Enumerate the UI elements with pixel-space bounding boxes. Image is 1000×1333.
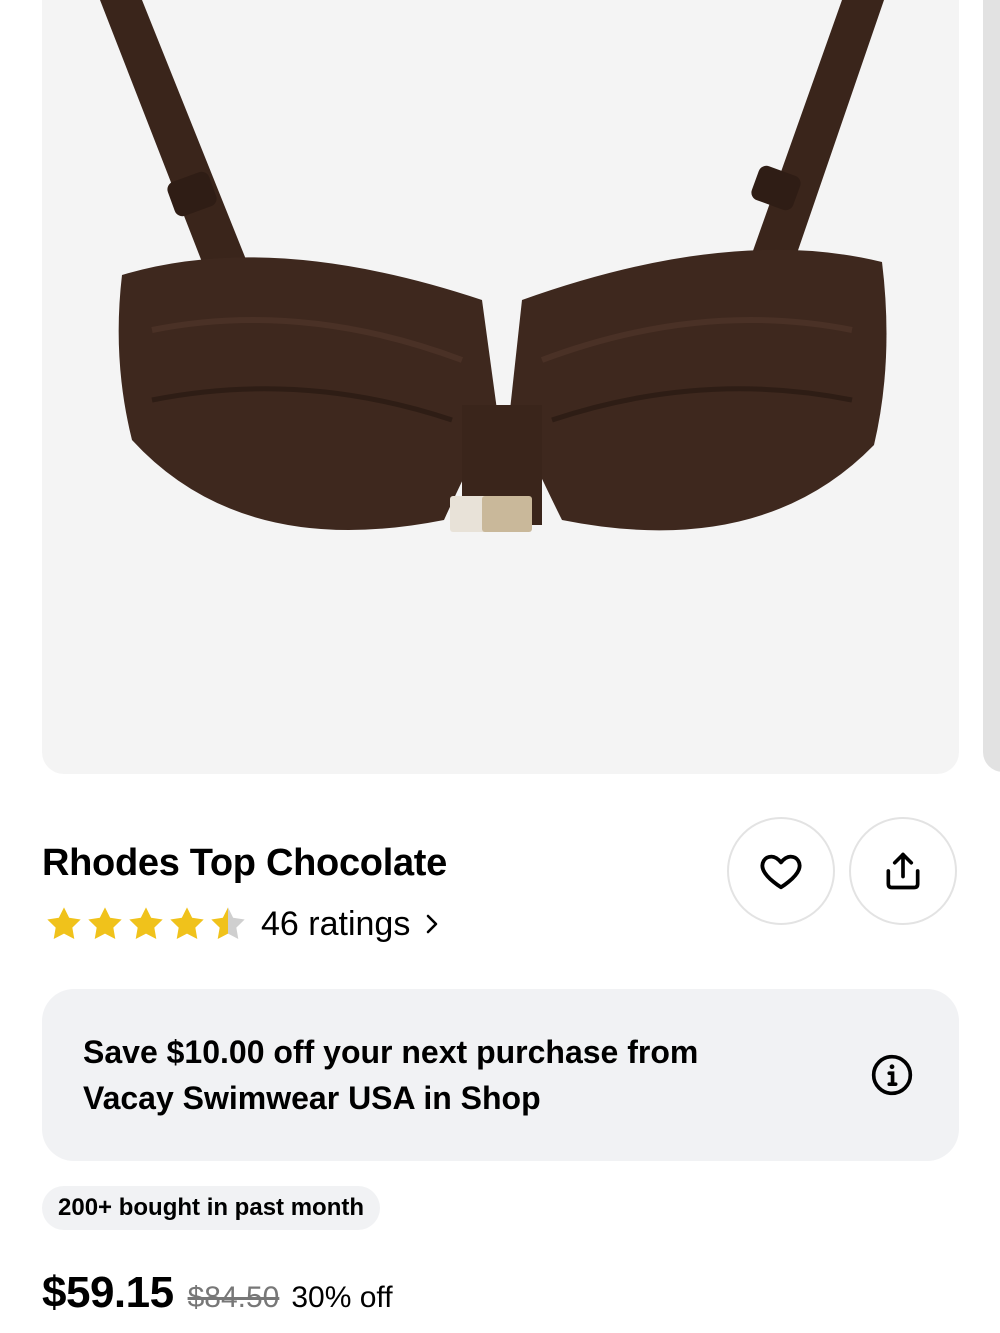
ratings-link[interactable]: 46 ratings xyxy=(44,902,440,946)
info-icon[interactable] xyxy=(870,1053,914,1097)
ratings-count: 46 ratings xyxy=(261,904,411,943)
discount-label: 30% off xyxy=(291,1281,393,1314)
next-image-peek[interactable] xyxy=(983,0,1000,772)
star-half-icon xyxy=(211,907,245,940)
product-title: Rhodes Top Chocolate xyxy=(42,842,447,884)
star-icon xyxy=(47,907,81,940)
promo-text: Save $10.00 off your next purchase from … xyxy=(83,1034,699,1116)
star-icon xyxy=(170,907,204,940)
star-icon xyxy=(129,907,163,940)
bought-badge: 200+ bought in past month xyxy=(42,1186,381,1230)
favorite-button[interactable] xyxy=(727,817,835,925)
product-image[interactable] xyxy=(42,0,959,774)
current-price: $59.15 xyxy=(42,1268,174,1317)
star-icon xyxy=(88,907,122,940)
original-price: $84.50 xyxy=(187,1281,280,1314)
price-row: $59.15 $84.50 30% off xyxy=(42,1268,393,1318)
star-rating xyxy=(44,904,249,944)
product-photo-bikini-top xyxy=(100,0,887,532)
heart-icon xyxy=(760,854,802,890)
promo-banner[interactable]: Save $10.00 off your next purchase from … xyxy=(42,989,959,1161)
share-button[interactable] xyxy=(849,817,957,925)
chevron-right-icon xyxy=(424,912,440,936)
share-icon xyxy=(886,852,920,890)
